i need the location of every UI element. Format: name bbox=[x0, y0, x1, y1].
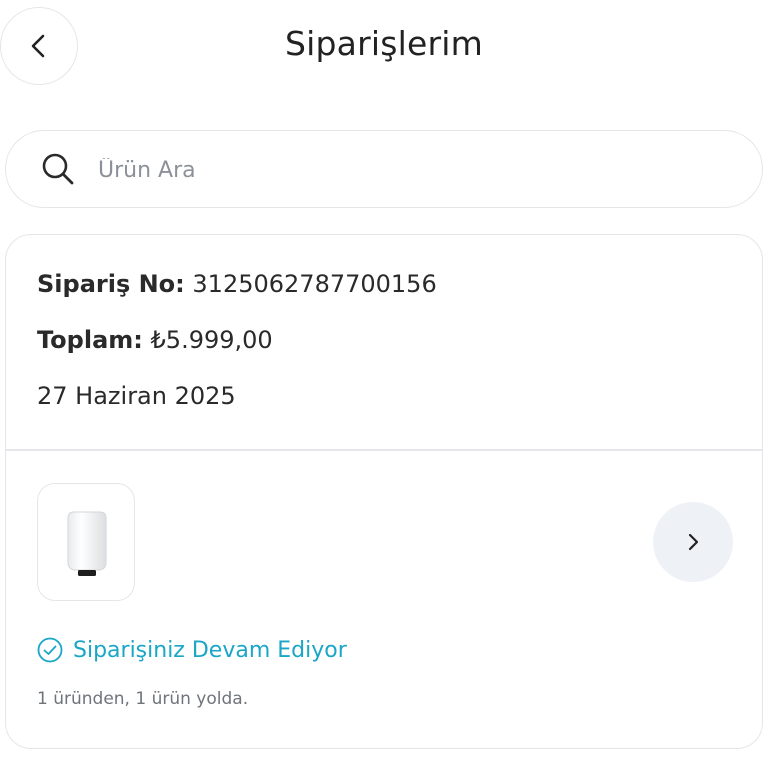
order-card[interactable]: Sipariş No: 3125062787700156 Toplam: ₺5.… bbox=[5, 234, 763, 749]
order-number-label: Sipariş No: bbox=[37, 270, 185, 298]
top-bar: Siparişlerim bbox=[0, 0, 768, 96]
order-total-value: ₺5.999,00 bbox=[150, 326, 273, 354]
order-status: Siparişiniz Devam Ediyor bbox=[37, 637, 347, 663]
order-total-label: Toplam: bbox=[37, 326, 143, 354]
search-bar[interactable] bbox=[5, 130, 763, 208]
chevron-right-icon bbox=[688, 533, 699, 551]
order-total-row: Toplam: ₺5.999,00 bbox=[37, 326, 273, 354]
product-thumbnail[interactable] bbox=[37, 483, 135, 601]
search-input[interactable] bbox=[96, 149, 700, 191]
order-date: 27 Haziran 2025 bbox=[37, 382, 236, 410]
card-divider bbox=[6, 449, 762, 451]
search-icon bbox=[42, 153, 74, 185]
check-circle-icon bbox=[37, 637, 63, 663]
order-status-text: Siparişiniz Devam Ediyor bbox=[73, 637, 347, 663]
page-title: Siparişlerim bbox=[285, 24, 483, 63]
shipment-info: 1 üründen, 1 ürün yolda. bbox=[37, 689, 249, 709]
order-number-value: 3125062787700156 bbox=[192, 270, 437, 298]
product-image bbox=[67, 511, 107, 576]
order-number-row: Sipariş No: 3125062787700156 bbox=[37, 270, 437, 298]
order-detail-button[interactable] bbox=[653, 502, 733, 582]
